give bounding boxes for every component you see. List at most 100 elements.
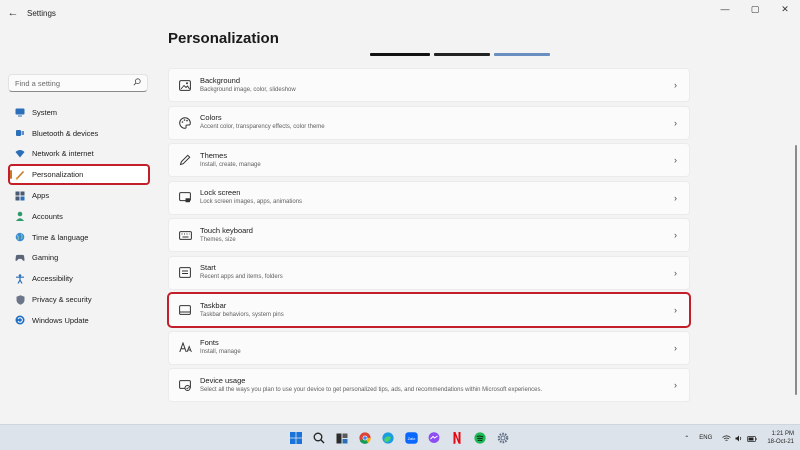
card-title: Device usage [200,375,246,385]
sidebar-item-label: Network & internet [32,149,94,159]
pen-icon [178,153,192,167]
sidebar-item-label: Privacy & security [32,295,92,305]
clock[interactable]: 1:21 PM 18-Oct-21 [767,430,794,446]
card-title: Start [200,263,216,272]
card-subtitle: Recent apps and items, folders [200,274,283,280]
app-title: Settings [27,8,56,18]
chevron-up-icon[interactable]: ⌃ [684,435,689,442]
sidebar-item-label: System [32,107,58,117]
search-input[interactable] [15,78,133,88]
chevron-right-icon: › [674,230,677,240]
fonts-icon [178,341,192,355]
palette-icon [178,116,192,130]
volume-icon[interactable] [735,429,743,447]
title-bar: ← Settings — ▢ ✕ [0,0,800,26]
card-lock-screen[interactable]: Lock screen Lock screen images, apps, ani… [168,180,690,215]
card-taskbar[interactable]: Taskbar Taskbar behaviors, system pins › [167,292,691,328]
sidebar-item-label: Apps [32,191,50,201]
messenger-icon[interactable] [424,429,444,447]
search-icon[interactable] [133,78,141,88]
chevron-right-icon: › [674,342,677,353]
theme-preview-thumbnail[interactable] [434,53,490,56]
card-subtitle: Select all the ways you plan to use your… [200,386,543,393]
start-menu-icon [178,266,192,280]
card-title: Colors [200,113,222,122]
sidebar-item-label: Accessibility [32,274,73,284]
card-start[interactable]: Start Recent apps and items, folders › [168,255,690,290]
sidebar-item-label: Gaming [32,253,59,263]
accessibility-icon [15,273,25,284]
task-view-icon[interactable] [332,429,352,447]
card-background[interactable]: Background Background image, color, slide… [168,68,690,102]
wifi-icon [15,149,25,159]
search-icon[interactable] [309,429,329,447]
card-subtitle: Themes, size [200,236,236,243]
card-subtitle: Taskbar behaviors, system pins [200,311,284,318]
zalo-label: Zalo [407,436,416,441]
windows-start-icon[interactable] [286,429,306,447]
image-icon [178,78,192,92]
taskbar: Zalo ⌃ ENG 1:21 PM 18-Oct-21 [0,424,800,450]
card-colors[interactable]: Colors Accent color, transparency effects… [168,105,690,140]
settings-gear-icon[interactable] [493,429,513,447]
sidebar-item-bluetooth[interactable]: Bluetooth & devices [8,123,150,144]
shield-icon [15,294,25,305]
clock-time: 1:21 PM [771,431,794,437]
sidebar-item-privacy-security[interactable]: Privacy & security [8,289,150,310]
card-subtitle: Lock screen images, apps, animations [200,199,303,205]
sidebar-item-label: Bluetooth & devices [32,128,99,138]
chevron-right-icon: › [674,267,677,278]
back-arrow-icon: ← [7,7,19,19]
apps-icon [15,191,25,201]
chevron-right-icon: › [674,192,677,203]
chevron-right-icon: › [674,80,677,90]
sidebar-item-accounts[interactable]: Accounts [8,206,150,227]
scrollbar[interactable] [795,145,797,395]
monitor-icon [15,107,25,117]
sidebar-item-gaming[interactable]: Gaming [8,248,150,269]
language-indicator[interactable]: ENG [699,435,712,441]
card-subtitle: Background image, color, slideshow [200,86,296,93]
device-usage-icon [178,378,192,392]
battery-icon[interactable] [747,429,757,447]
sidebar-item-label: Personalization [32,170,84,180]
update-icon [15,315,25,325]
zalo-icon[interactable]: Zalo [401,429,421,447]
close-button[interactable]: ✕ [770,0,800,18]
card-subtitle: Install, create, manage [200,161,261,168]
card-fonts[interactable]: Fonts Install, manage › [168,330,690,365]
netflix-icon[interactable] [447,429,467,447]
sidebar-item-network[interactable]: Network & internet [8,144,150,165]
minimize-button[interactable]: — [710,0,740,18]
card-title: Touch keyboard [200,225,253,235]
sidebar-item-label: Accounts [32,211,63,221]
card-themes[interactable]: Themes Install, create, manage › [168,143,690,177]
sidebar-item-time-language[interactable]: Time & language [8,227,150,248]
edge-icon[interactable] [378,429,398,447]
maximize-button[interactable]: ▢ [740,0,770,18]
card-touch-keyboard[interactable]: Touch keyboard Themes, size › [168,218,690,252]
sidebar-item-apps[interactable]: Apps [8,185,150,206]
nav-list: System Bluetooth & devices Network & int… [8,102,150,331]
system-tray: ⌃ ENG 1:21 PM 18-Oct-21 [684,429,794,447]
theme-preview-thumbnail[interactable] [370,53,430,56]
search-box[interactable] [8,74,148,92]
bluetooth-icon [15,128,25,138]
wifi-icon[interactable] [722,429,732,447]
card-title: Taskbar [200,300,227,310]
back-button[interactable]: ← [2,2,24,24]
sidebar-item-label: Windows Update [32,315,89,325]
card-title: Background [200,75,241,85]
sidebar-item-personalization[interactable]: Personalization [8,164,150,186]
card-device-usage[interactable]: Device usage Select all the ways you plan… [168,368,690,402]
sidebar-item-windows-update[interactable]: Windows Update [8,310,150,331]
globe-icon [15,232,25,242]
chevron-right-icon: › [674,380,677,390]
sidebar-item-system[interactable]: System [8,102,150,123]
sidebar-item-accessibility[interactable]: Accessibility [8,268,150,289]
taskbar-apps: Zalo [286,429,516,447]
person-icon [15,211,25,222]
theme-preview-thumbnail[interactable] [494,53,550,56]
spotify-icon[interactable] [470,429,490,447]
chrome-icon[interactable] [355,429,375,447]
